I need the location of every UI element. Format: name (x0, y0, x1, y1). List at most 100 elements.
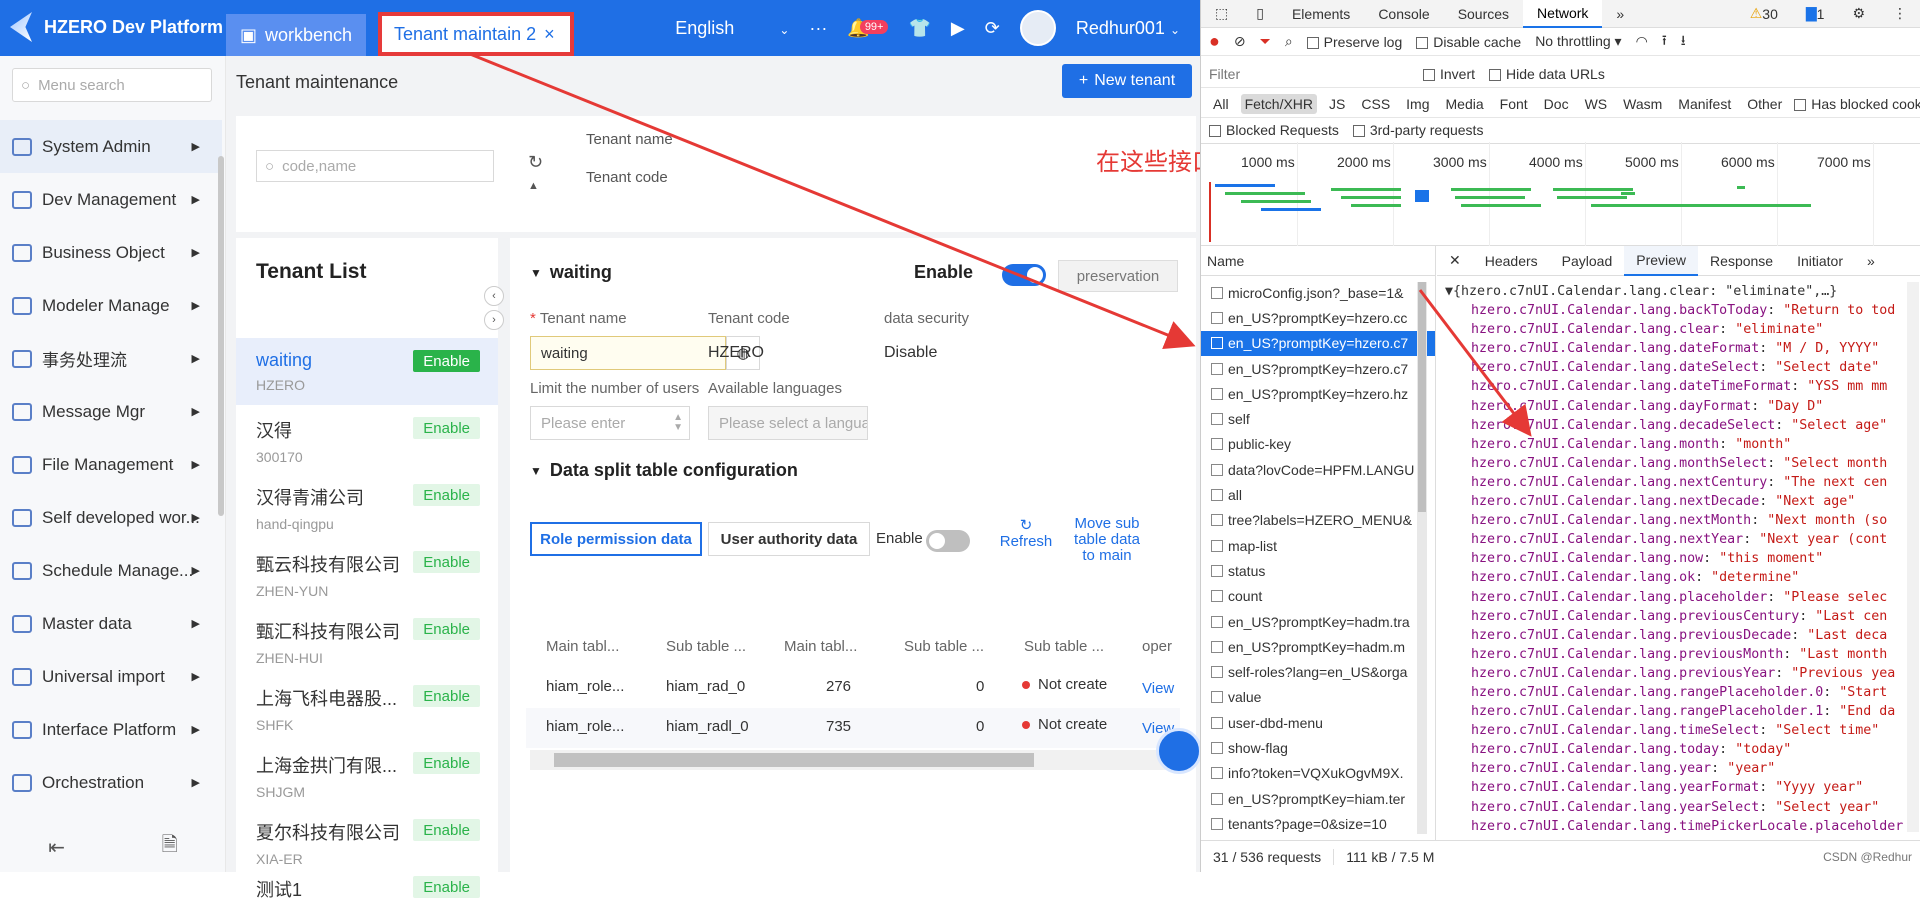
section-header-split[interactable]: ▼ Data split table configuration (530, 460, 798, 481)
sidebar-item-universal-import[interactable]: Universal import ▶ (0, 650, 222, 703)
tab-console[interactable]: Console (1364, 0, 1443, 28)
tab-response[interactable]: Response (1698, 246, 1785, 276)
sidebar-item-orchestration[interactable]: Orchestration ▶ (0, 756, 222, 809)
tab-tenant-maintain[interactable]: Tenant maintain 2 × (378, 12, 574, 56)
type-filter[interactable]: Other (1743, 94, 1786, 114)
section-header-waiting[interactable]: ▼ waiting (530, 262, 612, 283)
limit-users-input[interactable]: Please enter ▲ ▼ (530, 406, 690, 440)
sidebar-item-modeler-manage[interactable]: Modeler Manage ▶ (0, 279, 222, 332)
table-header[interactable]: Sub table ... (666, 638, 756, 655)
tenant-list-item[interactable]: 测试1 Enable (236, 864, 498, 900)
more-icon[interactable]: ··· (809, 18, 827, 39)
tenant-list-item[interactable]: 汉得青浦公司 hand-qingpu Enable (236, 472, 498, 539)
type-filter[interactable]: Img (1402, 94, 1433, 114)
tenant-search-input[interactable]: ○ code,name (256, 150, 494, 182)
info-counter[interactable]: ▇ 1 (1792, 0, 1839, 28)
kebab-menu-icon[interactable]: ⋮ (1879, 0, 1920, 28)
filter-icon[interactable]: ⏷ (1260, 33, 1271, 50)
request-row[interactable]: map-list (1201, 533, 1435, 558)
request-row[interactable]: en_US?promptKey=hiam.ter (1201, 786, 1435, 811)
table-header[interactable]: Sub table ... (904, 638, 994, 655)
enable-toggle[interactable] (1002, 264, 1046, 286)
throttling-select[interactable]: No throttling ▾ (1535, 33, 1621, 50)
table-horizontal-scrollbar[interactable] (530, 750, 1180, 770)
chat-float-button[interactable] (1156, 728, 1202, 774)
invert-checkbox[interactable]: Invert (1423, 66, 1475, 82)
type-filter[interactable]: JS (1325, 94, 1349, 114)
network-timeline[interactable]: 1000 ms 2000 ms 3000 ms 4000 ms 5000 ms … (1201, 142, 1920, 246)
type-filter[interactable]: Fetch/XHR (1240, 93, 1318, 114)
request-list-scrollbar[interactable] (1417, 282, 1427, 834)
sidebar-item-message-mgr[interactable]: Message Mgr ▶ (0, 385, 222, 438)
request-row[interactable]: user-dbd-menu (1201, 710, 1435, 735)
disable-cache-checkbox[interactable]: Disable cache (1416, 34, 1521, 50)
gear-icon[interactable]: ⚙ (1838, 0, 1879, 28)
refresh-icon[interactable]: ↻ ▲ (528, 152, 543, 194)
sidebar-item-business-object[interactable]: Business Object ▶ (0, 226, 222, 279)
shirt-icon[interactable]: 👕 (908, 18, 930, 39)
tenant-list-item[interactable]: waiting HZERO Enable (236, 338, 498, 405)
play-icon[interactable]: ▶ (951, 18, 965, 39)
more-tabs-icon[interactable]: » (1602, 0, 1638, 28)
app-logo[interactable]: HZERO Dev Platform (10, 12, 223, 42)
blocked-requests-checkbox[interactable]: Blocked Requests (1209, 122, 1339, 138)
request-row[interactable]: en_US?promptKey=hadm.m (1201, 634, 1435, 659)
type-filter[interactable]: Manifest (1674, 94, 1735, 114)
tab-elements[interactable]: Elements (1278, 0, 1364, 28)
sidebar-item-workflow[interactable]: 事务处理流 ▶ (0, 332, 222, 385)
split-enable-toggle[interactable] (926, 530, 970, 552)
request-row[interactable]: count (1201, 584, 1435, 609)
request-row[interactable]: microConfig.json?_base=1& (1201, 280, 1435, 305)
preview-scrollbar[interactable] (1907, 282, 1919, 832)
table-header[interactable]: Main tabl... (546, 638, 636, 655)
download-icon[interactable]: ⭳ (1681, 30, 1686, 54)
type-filter[interactable]: Wasm (1619, 94, 1666, 114)
tenant-list-item[interactable]: 汉得 300170 Enable (236, 405, 498, 472)
request-row[interactable]: info?token=VQXukOgvM9X. (1201, 761, 1435, 786)
blocked-cookies-checkbox[interactable]: Has blocked cookies (1794, 96, 1920, 112)
device-icon[interactable]: ▯ (1242, 0, 1278, 28)
sync-icon[interactable]: ⟳ (985, 18, 1000, 39)
inspect-icon[interactable]: ⬚ (1201, 0, 1242, 28)
type-filter[interactable]: All (1209, 94, 1233, 114)
request-row[interactable]: self-roles?lang=en_US&orga (1201, 659, 1435, 684)
tab-close-icon[interactable]: × (544, 24, 555, 45)
tenant-list-item[interactable]: 上海飞科电器股... SHFK Enable (236, 673, 498, 740)
tab-initiator[interactable]: Initiator (1785, 246, 1855, 276)
chevron-left-icon[interactable]: ‹ (484, 286, 504, 306)
filter-input[interactable]: Filter (1209, 66, 1409, 82)
move-sub-table-button[interactable]: Move sub table data to main (1072, 516, 1142, 564)
type-filter[interactable]: WS (1581, 94, 1612, 114)
sidebar-item-file-management[interactable]: File Management ▶ (0, 438, 222, 491)
sidebar-item-system-admin[interactable]: System Admin ▶ (0, 120, 222, 173)
request-row[interactable]: en_US?promptKey=hzero.c7 (1201, 356, 1435, 381)
record-icon[interactable]: ● (1209, 31, 1220, 52)
document-icon[interactable]: 🗎 (162, 830, 178, 864)
hide-data-urls-checkbox[interactable]: Hide data URLs (1489, 66, 1605, 82)
search-icon[interactable]: ⌕ (1285, 33, 1293, 50)
request-row[interactable]: tree?labels=HZERO_MENU& (1201, 508, 1435, 533)
collapse-menu-icon[interactable]: ⇤ (48, 835, 65, 860)
sidebar-item-interface-platform[interactable]: Interface Platform ▶ (0, 703, 222, 756)
tenant-name-input[interactable]: waiting (530, 336, 726, 370)
type-filter[interactable]: CSS (1357, 94, 1394, 114)
preview-root[interactable]: ▼{hzero.c7nUI.Calendar.lang.clear: "elim… (1445, 282, 1905, 301)
tab-headers[interactable]: Headers (1473, 246, 1550, 276)
tab-preview[interactable]: Preview (1624, 245, 1699, 276)
sidebar-item-dev-management[interactable]: Dev Management ▶ (0, 173, 222, 226)
chevron-right-icon[interactable]: › (484, 310, 504, 330)
user-menu[interactable]: Redhur001 ⌄ (1076, 18, 1180, 39)
type-filter[interactable]: Font (1496, 94, 1532, 114)
request-row[interactable]: all (1201, 482, 1435, 507)
request-row[interactable]: data?lovCode=HPFM.LANGU (1201, 457, 1435, 482)
sidebar-item-master-data[interactable]: Master data ▶ (0, 597, 222, 650)
tenant-list-item[interactable]: 上海金拱门有限... SHJGM Enable (236, 740, 498, 807)
stepper-icon[interactable]: ▲ ▼ (673, 413, 683, 433)
close-icon[interactable]: ✕ (1437, 246, 1473, 276)
name-column-header[interactable]: Name (1201, 246, 1435, 276)
table-header[interactable]: oper (1142, 638, 1182, 655)
scrollbar-thumb[interactable] (1418, 282, 1426, 512)
more-tabs-icon[interactable]: » (1855, 246, 1887, 276)
refresh-button[interactable]: ↻ Refresh (996, 518, 1056, 550)
menu-search-input[interactable]: ○ Menu search (12, 68, 212, 102)
